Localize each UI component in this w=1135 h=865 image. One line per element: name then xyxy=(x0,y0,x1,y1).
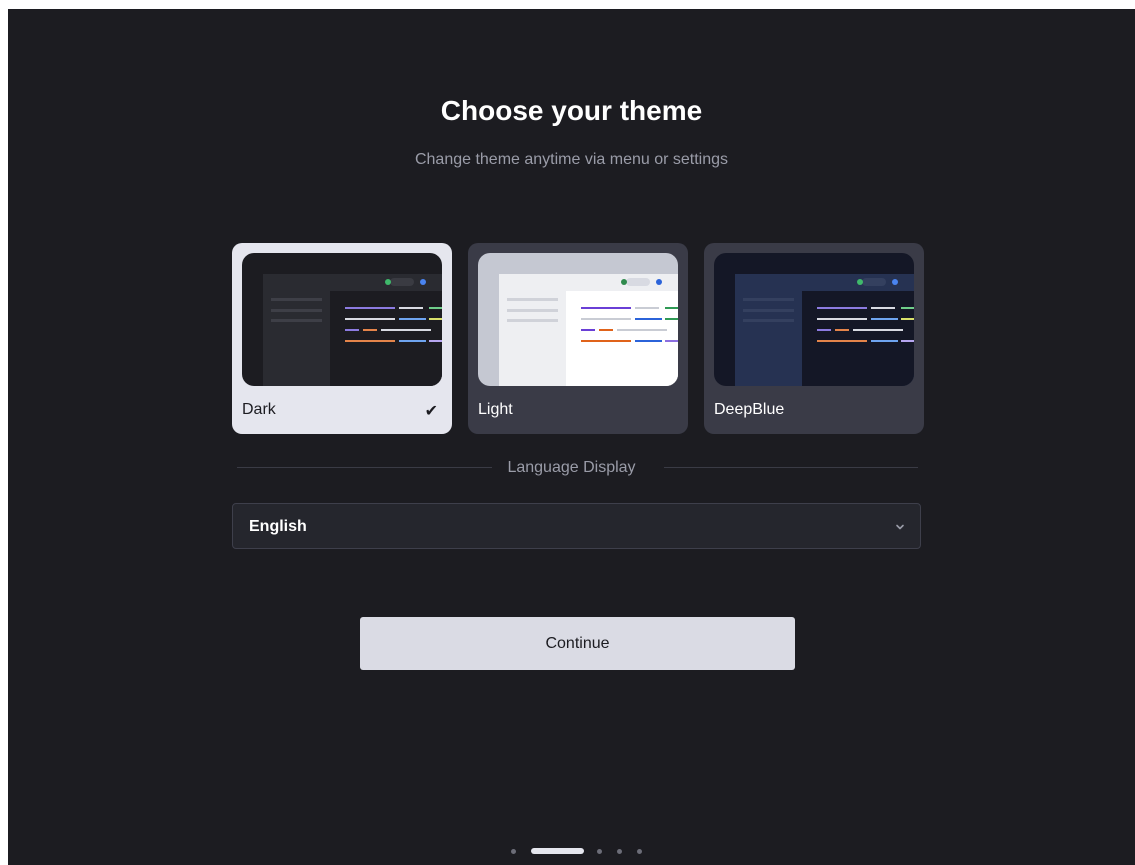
continue-button[interactable]: Continue xyxy=(360,617,795,670)
page-title: Choose your theme xyxy=(440,95,703,126)
onboarding-screen: Choose your theme Change theme anytime v… xyxy=(8,9,1135,865)
pagination-dot[interactable] xyxy=(597,849,602,854)
pagination-dot[interactable] xyxy=(637,849,642,854)
pagination-dots xyxy=(8,847,1135,855)
language-section-label: Language Display xyxy=(507,459,636,476)
checkmark-icon: ✔ xyxy=(424,403,438,420)
chevron-down-icon xyxy=(894,520,906,538)
theme-card-light[interactable]: Light xyxy=(468,243,688,434)
language-select-value: English xyxy=(249,518,307,535)
pagination-dot-active[interactable] xyxy=(531,848,584,854)
theme-preview-light xyxy=(478,253,678,386)
language-select[interactable]: English xyxy=(232,503,921,549)
theme-card-dark[interactable]: Dark ✔ xyxy=(232,243,452,434)
theme-preview-deepblue xyxy=(714,253,914,386)
page-subtitle: Change theme anytime via menu or setting… xyxy=(414,151,729,168)
pagination-dot[interactable] xyxy=(511,849,516,854)
theme-preview-dark xyxy=(242,253,442,386)
theme-label-dark: Dark xyxy=(242,401,276,418)
theme-label-deepblue: DeepBlue xyxy=(714,401,785,418)
theme-label-light: Light xyxy=(478,401,513,418)
theme-card-deepblue[interactable]: DeepBlue xyxy=(704,243,924,434)
pagination-dot[interactable] xyxy=(617,849,622,854)
